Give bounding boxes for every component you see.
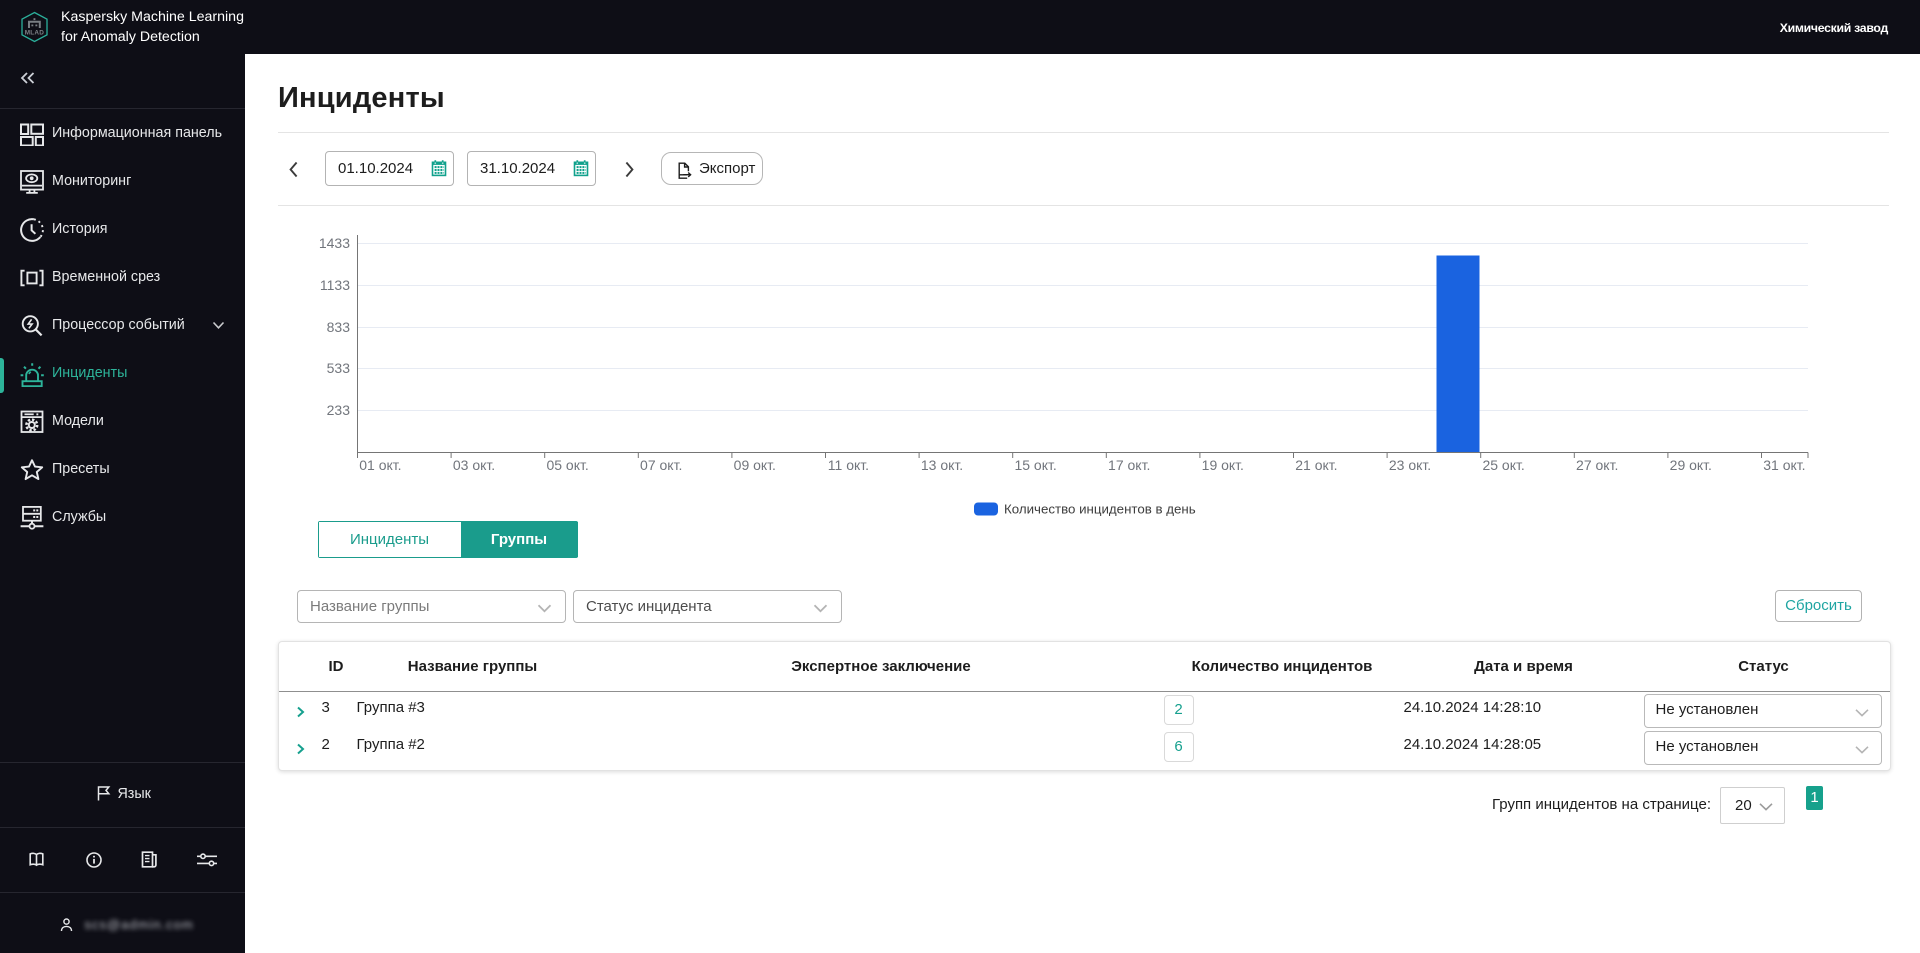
svg-text:MLAD: MLAD xyxy=(25,29,44,36)
svg-text:01 окт.: 01 окт. xyxy=(359,457,401,473)
svg-text:13 окт.: 13 окт. xyxy=(921,457,963,473)
svg-text:23 окт.: 23 окт. xyxy=(1389,457,1431,473)
svg-text:533: 533 xyxy=(327,360,351,376)
svg-text:07 окт.: 07 окт. xyxy=(640,457,682,473)
svg-text:833: 833 xyxy=(327,319,351,335)
svg-text:25 окт.: 25 окт. xyxy=(1482,457,1524,473)
svg-text:Количество инцидентов в день: Количество инцидентов в день xyxy=(1004,502,1196,517)
svg-text:17 окт.: 17 окт. xyxy=(1108,457,1150,473)
svg-text:1433: 1433 xyxy=(319,235,350,251)
svg-text:1133: 1133 xyxy=(320,277,350,293)
svg-text:29 окт.: 29 окт. xyxy=(1670,457,1712,473)
svg-text:09 окт.: 09 окт. xyxy=(734,457,776,473)
svg-text:233: 233 xyxy=(327,402,351,418)
svg-text:15 окт.: 15 окт. xyxy=(1014,457,1056,473)
svg-text:05 окт.: 05 окт. xyxy=(546,457,588,473)
svg-text:19 окт.: 19 окт. xyxy=(1202,457,1244,473)
svg-text:31 окт.: 31 окт. xyxy=(1763,457,1805,473)
svg-text:27 окт.: 27 окт. xyxy=(1576,457,1618,473)
svg-text:11 окт.: 11 окт. xyxy=(828,457,869,473)
svg-text:21 окт.: 21 окт. xyxy=(1295,457,1337,473)
svg-text:03 окт.: 03 окт. xyxy=(453,457,495,473)
